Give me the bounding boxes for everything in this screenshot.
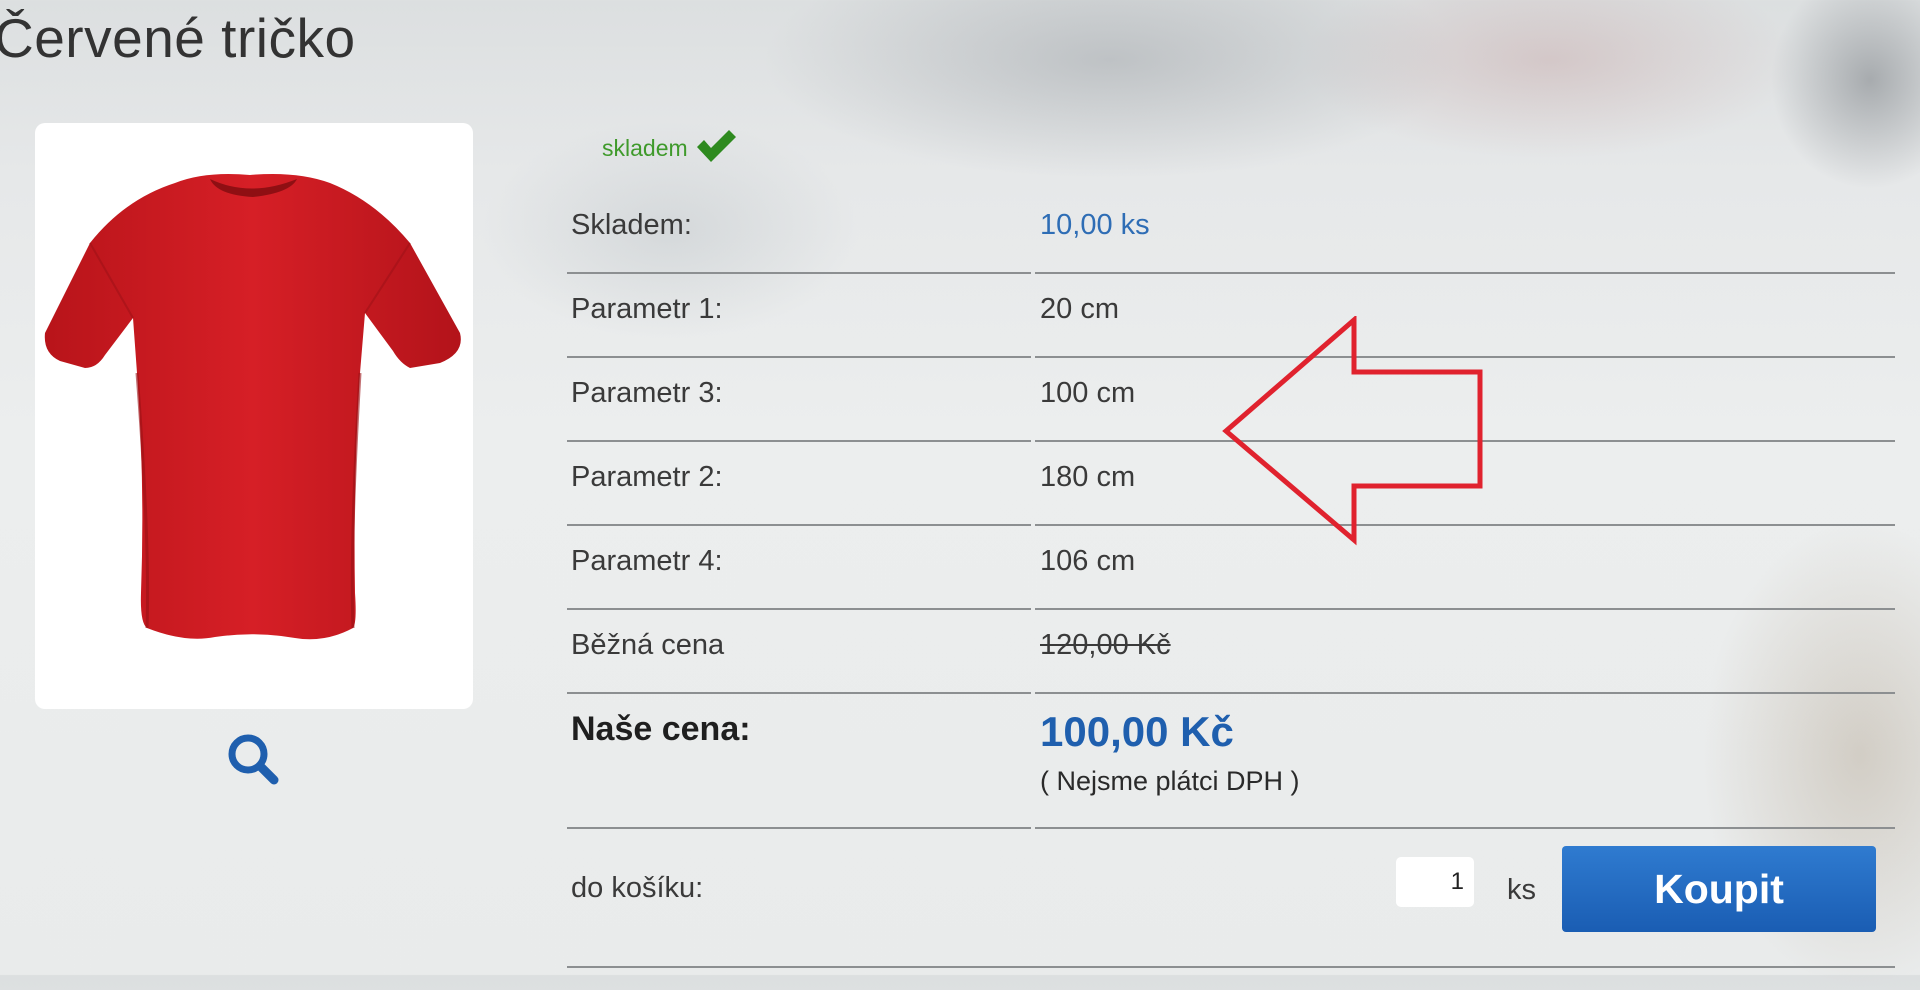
check-icon <box>694 128 738 169</box>
stock-status: skladem <box>602 128 738 169</box>
divider <box>567 966 1895 968</box>
param-value: 20 cm <box>1040 293 1119 325</box>
regular-price-value: 120,00 Kč <box>1040 629 1171 661</box>
our-price-value: 100,00 Kč <box>1040 708 1234 755</box>
param-key: Parametr 2: <box>571 461 723 493</box>
param-key: Parametr 3: <box>571 377 723 409</box>
param-key: Skladem: <box>571 209 692 241</box>
add-to-cart-label: do košíku: <box>571 872 704 904</box>
param-key: Parametr 4: <box>571 545 723 577</box>
our-price-label: Naše cena: <box>571 710 751 748</box>
regular-price-row: Běžná cena 120,00 Kč <box>567 610 1895 694</box>
zoom-icon[interactable] <box>224 730 284 790</box>
product-title: Červené tričko <box>0 7 356 69</box>
param-value: 100 cm <box>1040 377 1136 409</box>
param-value: 180 cm <box>1040 461 1136 493</box>
param-value: 10,00 ks <box>1040 209 1150 241</box>
param-value: 106 cm <box>1040 545 1136 577</box>
our-price-row: Naše cena: 100,00 Kč ( Nejsme plátci DPH… <box>567 694 1895 829</box>
param-row: Skladem: 10,00 ks <box>567 190 1895 274</box>
buy-button[interactable]: Koupit <box>1562 846 1876 932</box>
stock-label: skladem <box>602 135 688 161</box>
regular-price-label: Běžná cena <box>571 629 725 661</box>
param-key: Parametr 1: <box>571 293 723 325</box>
product-image[interactable] <box>35 123 473 709</box>
vat-note: ( Nejsme plátci DPH ) <box>1040 766 1300 796</box>
annotation-arrow-icon <box>1222 316 1483 546</box>
red-tshirt-image <box>44 174 461 640</box>
quantity-input[interactable] <box>1396 857 1474 907</box>
quantity-unit: ks <box>1507 874 1536 906</box>
